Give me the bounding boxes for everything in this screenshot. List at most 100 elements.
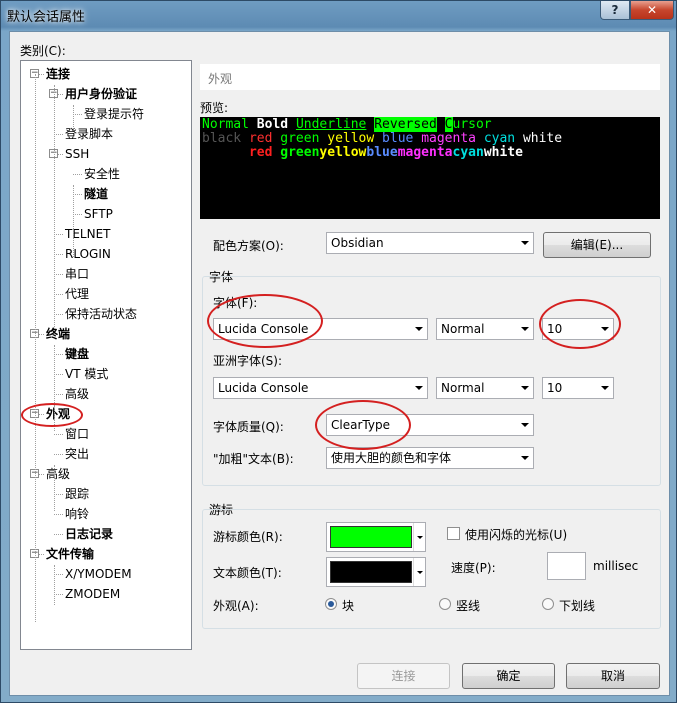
help-button[interactable]: ?	[600, 1, 630, 20]
tree-item[interactable]: 高级	[46, 465, 70, 483]
text-color-label: 文本颜色(T):	[213, 566, 282, 580]
preview-segment: magenta	[397, 145, 453, 160]
preview-segment: cyan	[483, 131, 523, 146]
tree-item[interactable]: 用户身份验证	[65, 85, 137, 103]
chevron-down-icon	[516, 378, 533, 398]
preview-segment: Normal	[202, 117, 257, 132]
ok-button[interactable]: 确定	[462, 663, 555, 689]
title-bar[interactable]: 默认会话属性 ? ✕	[1, 1, 677, 29]
speed-unit: millisec	[593, 559, 639, 573]
title-buttons: ? ✕	[600, 1, 674, 20]
tree-item[interactable]: 安全性	[84, 165, 120, 183]
tree-item[interactable]: VT 模式	[65, 365, 108, 383]
preview-segment: Underline	[295, 117, 367, 132]
tree-item[interactable]: 登录提示符	[84, 105, 144, 123]
connect-button[interactable]: 连接	[357, 663, 450, 689]
tree-connector	[54, 494, 63, 495]
tree-item[interactable]: TELNET	[65, 225, 111, 243]
text-color-picker[interactable]	[326, 557, 426, 587]
blink-cursor-checkbox[interactable]	[447, 527, 460, 540]
speed-input[interactable]	[547, 552, 586, 580]
preview-segment: Bold	[256, 117, 289, 132]
font-style-value: Normal	[441, 322, 485, 336]
dialog-client: 类别(C): − 连接 − 用户身份验证 登录提示符 登录脚本 − SSH 安全性 隧道 SFTP T…	[9, 31, 670, 696]
tree-connector	[54, 574, 63, 575]
tree-item[interactable]: 键盘	[65, 345, 89, 363]
category-tree[interactable]: − 连接 − 用户身份验证 登录提示符 登录脚本 − SSH 安全性 隧道 SFTP TELNET RL…	[20, 60, 192, 650]
tree-item[interactable]: 响铃	[65, 505, 89, 523]
tree-connector	[54, 594, 63, 595]
tree-item[interactable]: 连接	[46, 65, 70, 83]
tree-guide-line	[73, 105, 74, 127]
tree-guide-line	[54, 345, 55, 411]
bold-text-value: 使用大胆的颜色和字体	[331, 451, 452, 465]
radio-vertical-label: 竖线	[456, 599, 481, 613]
radio-block-label: 块	[342, 599, 355, 613]
preview-segment: white	[483, 145, 523, 160]
annotation-circle-quality	[315, 400, 411, 450]
cursor-color-label: 游标颜色(R):	[213, 530, 283, 544]
radio-underline-label: 下划线	[559, 599, 596, 613]
window-title: 默认会话属性	[7, 10, 86, 25]
preview-segment: ursor	[452, 117, 492, 132]
tree-item[interactable]: SSH	[65, 145, 89, 163]
tree-connector	[73, 194, 82, 195]
asian-font-label: 亚洲字体(S):	[213, 354, 283, 368]
preview-label: 预览:	[200, 101, 229, 115]
radio-underline[interactable]	[542, 598, 554, 610]
font-style-select[interactable]: Normal	[436, 318, 534, 340]
tree-item[interactable]: 突出	[65, 445, 89, 463]
preview-segment: magenta	[421, 131, 484, 146]
tree-item[interactable]: 终端	[46, 325, 70, 343]
section-title: 外观	[200, 64, 660, 90]
preview-segment: C	[444, 117, 453, 132]
preview-segment: cyan	[452, 145, 484, 160]
tree-item[interactable]: 跟踪	[65, 485, 89, 503]
tree-guide-line	[54, 465, 55, 511]
tree-item[interactable]: 登录脚本	[65, 125, 113, 143]
preview-segment: white	[522, 131, 563, 146]
bold-text-select[interactable]: 使用大胆的颜色和字体	[326, 447, 534, 469]
tree-guide-line	[73, 185, 74, 257]
edit-scheme-button[interactable]: 编辑(E)...	[543, 232, 651, 258]
tree-connector	[54, 254, 63, 255]
radio-block[interactable]	[325, 598, 337, 610]
preview-line-3: red greenyellowbluemagentacyanwhite	[202, 146, 658, 160]
tree-connector	[54, 394, 63, 395]
preview-segment: blue	[382, 131, 422, 146]
cursor-appearance-label: 外观(A):	[213, 599, 259, 613]
preview-segment: green	[280, 131, 328, 146]
tree-item[interactable]: 串口	[65, 265, 89, 283]
tree-item[interactable]: 高级	[65, 385, 89, 403]
preview-segment: green	[280, 145, 320, 160]
radio-vertical[interactable]	[439, 598, 451, 610]
color-scheme-select[interactable]: Obsidian	[326, 232, 534, 254]
color-scheme-value: Obsidian	[331, 236, 384, 250]
close-button[interactable]: ✕	[630, 1, 674, 20]
tree-item[interactable]: SFTP	[84, 205, 113, 223]
tree-item[interactable]: 隧道	[84, 185, 108, 203]
tree-connector	[54, 374, 63, 375]
asian-font-style-select[interactable]: Normal	[436, 377, 534, 399]
tree-item[interactable]: 日志记录	[65, 525, 113, 543]
cursor-color-picker[interactable]	[326, 522, 426, 552]
blink-cursor-label: 使用闪烁的光标(U)	[465, 528, 568, 542]
tree-connector	[54, 434, 63, 435]
tree-item[interactable]: 保持活动状态	[65, 305, 137, 323]
text-color-swatch	[330, 561, 412, 583]
speed-label: 速度(P):	[451, 561, 496, 575]
tree-item[interactable]: 代理	[65, 285, 89, 303]
tree-connector	[54, 454, 63, 455]
cancel-button[interactable]: 取消	[566, 663, 660, 689]
asian-font-size-value: 10	[547, 381, 563, 395]
tree-item[interactable]: ZMODEM	[65, 585, 120, 603]
asian-font-select[interactable]: Lucida Console	[213, 377, 428, 399]
preview-segment	[202, 145, 249, 160]
tree-item[interactable]: RLOGIN	[65, 245, 111, 263]
cursor-color-swatch	[330, 526, 412, 548]
asian-font-size-select[interactable]: 10	[542, 377, 614, 399]
tree-item[interactable]: 窗口	[65, 425, 89, 443]
tree-item[interactable]: X/YMODEM	[65, 565, 132, 583]
tree-connector	[73, 174, 82, 175]
tree-item[interactable]: 文件传输	[46, 545, 94, 563]
